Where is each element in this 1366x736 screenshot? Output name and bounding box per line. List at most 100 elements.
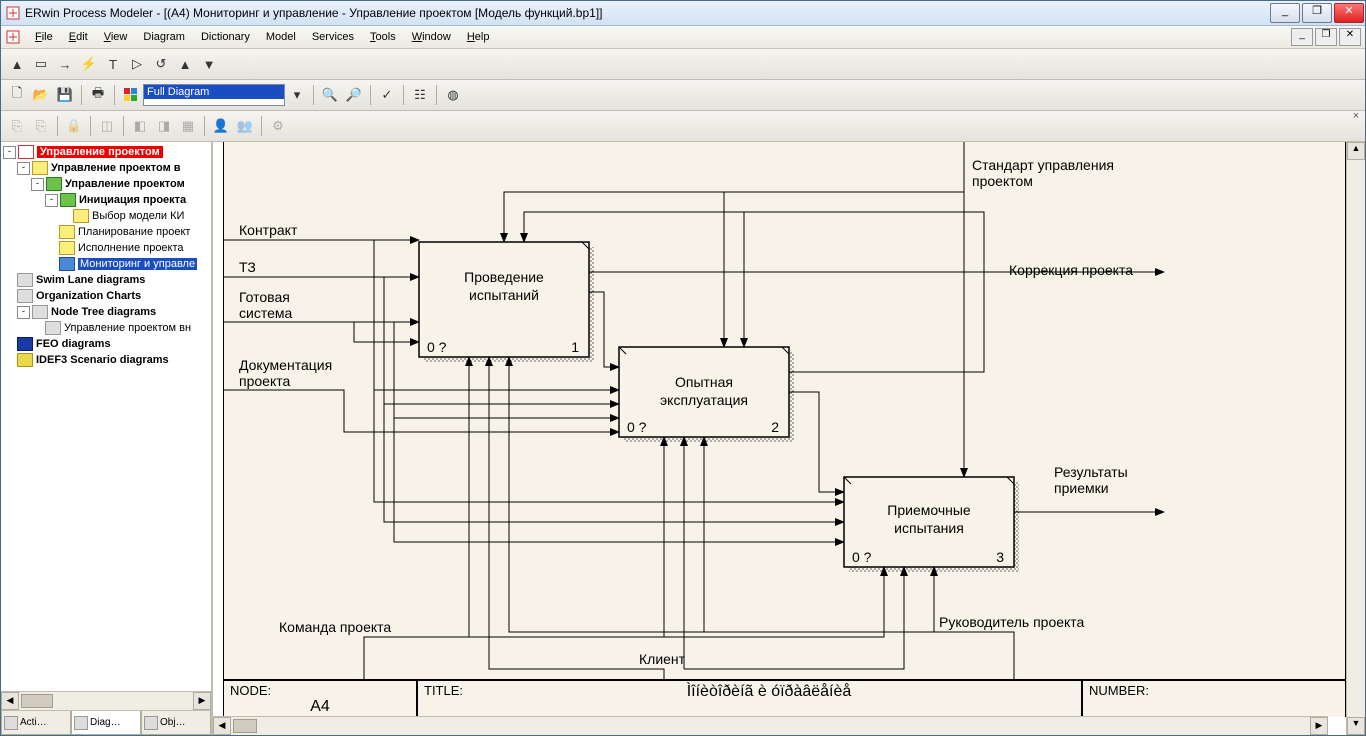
tb3-btn4-icon[interactable]: ◧: [129, 115, 151, 137]
menu-file[interactable]: File: [27, 29, 61, 45]
refresh-icon[interactable]: ↺: [150, 53, 172, 75]
tree-node-selected[interactable]: Мониторинг и управле: [3, 256, 209, 272]
window-title: ERwin Process Modeler - [(A4) Мониторинг…: [25, 6, 1269, 20]
tree-node[interactable]: -Управление проектом: [3, 176, 209, 192]
sidebar: -Управление проектом -Управление проекто…: [1, 142, 213, 735]
model-tree[interactable]: -Управление проектом -Управление проекто…: [1, 142, 211, 691]
mdi-icon[interactable]: [5, 29, 21, 45]
maximize-button[interactable]: ❐: [1302, 3, 1332, 23]
print-icon[interactable]: 🖶: [87, 84, 109, 106]
tree-node[interactable]: -Node Tree diagrams: [3, 304, 209, 320]
svg-text:система: система: [239, 305, 292, 321]
menu-tools[interactable]: Tools: [362, 29, 404, 45]
toolbar-close-icon[interactable]: ×: [1349, 110, 1363, 124]
combo-drop-icon[interactable]: ▾: [286, 84, 308, 106]
tb3-btn3-icon[interactable]: ◫: [96, 115, 118, 137]
go-parent-icon[interactable]: ▷: [126, 53, 148, 75]
menu-edit[interactable]: Edit: [61, 29, 96, 45]
svg-text:проектом: проектом: [972, 173, 1033, 189]
footer-title-value: Ìîíèòîðèíã è óïðàâëåíèå: [463, 683, 1075, 701]
tb3-btn2-icon[interactable]: ⎘: [30, 115, 52, 137]
scroll-down-icon[interactable]: ▼: [1347, 717, 1365, 735]
tree-node[interactable]: Swim Lane diagrams: [3, 272, 209, 288]
tree-node[interactable]: -Управление проектом в: [3, 160, 209, 176]
spellcheck-icon[interactable]: ✓: [376, 84, 398, 106]
zoom-in-icon[interactable]: 🔍: [319, 84, 341, 106]
svg-text:2: 2: [771, 419, 779, 435]
tb3-btn6-icon[interactable]: ▦: [177, 115, 199, 137]
menu-view[interactable]: View: [96, 29, 136, 45]
minimize-button[interactable]: _: [1270, 3, 1300, 23]
close-button[interactable]: ✕: [1334, 3, 1364, 23]
mdi-restore-button[interactable]: ❐: [1315, 28, 1337, 46]
scroll-left-icon[interactable]: ◀: [1, 692, 19, 710]
tree-node[interactable]: Управление проектом вн: [3, 320, 209, 336]
tb3-btn1-icon[interactable]: ⎘: [6, 115, 28, 137]
tb3-btn7-icon[interactable]: 👤: [210, 115, 232, 137]
svg-text:Команда проекта: Команда проекта: [279, 619, 391, 635]
sidebar-tab-objects[interactable]: Obj…: [141, 711, 211, 735]
sidebar-tab-activities[interactable]: Acti…: [1, 711, 71, 735]
globe-icon[interactable]: ◍: [442, 84, 464, 106]
tree-node[interactable]: IDEF3 Scenario diagrams: [3, 352, 209, 368]
scroll-right-icon[interactable]: ▶: [193, 692, 211, 710]
arrow-tool-icon[interactable]: →: [54, 53, 76, 75]
tb3-btn5-icon[interactable]: ◨: [153, 115, 175, 137]
app-window: ERwin Process Modeler - [(A4) Мониторинг…: [0, 0, 1366, 736]
menu-help[interactable]: Help: [459, 29, 498, 45]
svg-text:испытаний: испытаний: [469, 287, 539, 303]
view-combo[interactable]: Full Diagram: [143, 84, 285, 106]
menu-services[interactable]: Services: [304, 29, 362, 45]
tb3-btn9-icon[interactable]: ⚙: [267, 115, 289, 137]
canvas-vscroll[interactable]: ▲ ▼: [1346, 142, 1365, 735]
menu-window[interactable]: Window: [404, 29, 459, 45]
canvas-area: Проведение испытаний 0 ? 1 Опытная экспл…: [213, 142, 1365, 735]
tree-node[interactable]: Organization Charts: [3, 288, 209, 304]
tb3-btn8-icon[interactable]: 👥: [234, 115, 256, 137]
save-icon[interactable]: 💾: [54, 84, 76, 106]
sidebar-tab-diagrams[interactable]: Diag…: [71, 711, 141, 735]
idef0-diagram: Проведение испытаний 0 ? 1 Опытная экспл…: [224, 142, 1346, 702]
svg-text:испытания: испытания: [894, 520, 964, 536]
menu-model[interactable]: Model: [258, 29, 304, 45]
footer-node-value: A4: [230, 698, 410, 716]
zoom-out-icon[interactable]: 🔎: [343, 84, 365, 106]
squiggle-tool-icon[interactable]: ⚡: [78, 53, 100, 75]
palette-icon[interactable]: [120, 84, 142, 106]
scroll-up-icon[interactable]: ▲: [1347, 142, 1365, 160]
svg-text:0 ?: 0 ?: [852, 549, 872, 565]
up-icon[interactable]: ▲: [174, 53, 196, 75]
tree-node[interactable]: Выбор модели КИ: [3, 208, 209, 224]
model-explorer-icon[interactable]: ☷: [409, 84, 431, 106]
diagram-canvas[interactable]: Проведение испытаний 0 ? 1 Опытная экспл…: [213, 142, 1346, 735]
tree-node[interactable]: FEO diagrams: [3, 336, 209, 352]
text-tool-icon[interactable]: T: [102, 53, 124, 75]
tree-root[interactable]: -Управление проектом: [3, 144, 209, 160]
scroll-left-icon[interactable]: ◀: [213, 717, 231, 735]
svg-text:1: 1: [571, 339, 579, 355]
svg-text:эксплуатация: эксплуатация: [660, 392, 748, 408]
scroll-right-icon[interactable]: ▶: [1310, 717, 1328, 735]
titlebar[interactable]: ERwin Process Modeler - [(A4) Мониторинг…: [1, 1, 1365, 26]
tree-node[interactable]: Исполнение проекта: [3, 240, 209, 256]
mdi-close-button[interactable]: ✕: [1339, 28, 1361, 46]
svg-text:Коррекция проекта: Коррекция проекта: [1009, 262, 1133, 278]
scroll-thumb[interactable]: [21, 694, 53, 708]
svg-text:ТЗ: ТЗ: [239, 259, 256, 275]
tree-node[interactable]: Планирование проект: [3, 224, 209, 240]
new-icon[interactable]: 🗋: [6, 84, 28, 106]
sidebar-hscroll[interactable]: ◀ ▶: [1, 691, 211, 710]
pointer-tool-icon[interactable]: ▲: [6, 53, 28, 75]
down-icon[interactable]: ▼: [198, 53, 220, 75]
mdi-minimize-button[interactable]: _: [1291, 28, 1313, 46]
canvas-hscroll[interactable]: ◀ ▶: [213, 716, 1328, 735]
svg-text:проекта: проекта: [239, 373, 290, 389]
tree-node[interactable]: -Инициация проекта: [3, 192, 209, 208]
scroll-thumb[interactable]: [233, 719, 257, 733]
menu-dictionary[interactable]: Dictionary: [193, 29, 258, 45]
menu-diagram[interactable]: Diagram: [135, 29, 193, 45]
box-tool-icon[interactable]: ▭: [30, 53, 52, 75]
lock-icon[interactable]: 🔒: [63, 115, 85, 137]
open-icon[interactable]: 📂: [30, 84, 52, 106]
menubar: File Edit View Diagram Dictionary Model …: [1, 26, 1365, 49]
